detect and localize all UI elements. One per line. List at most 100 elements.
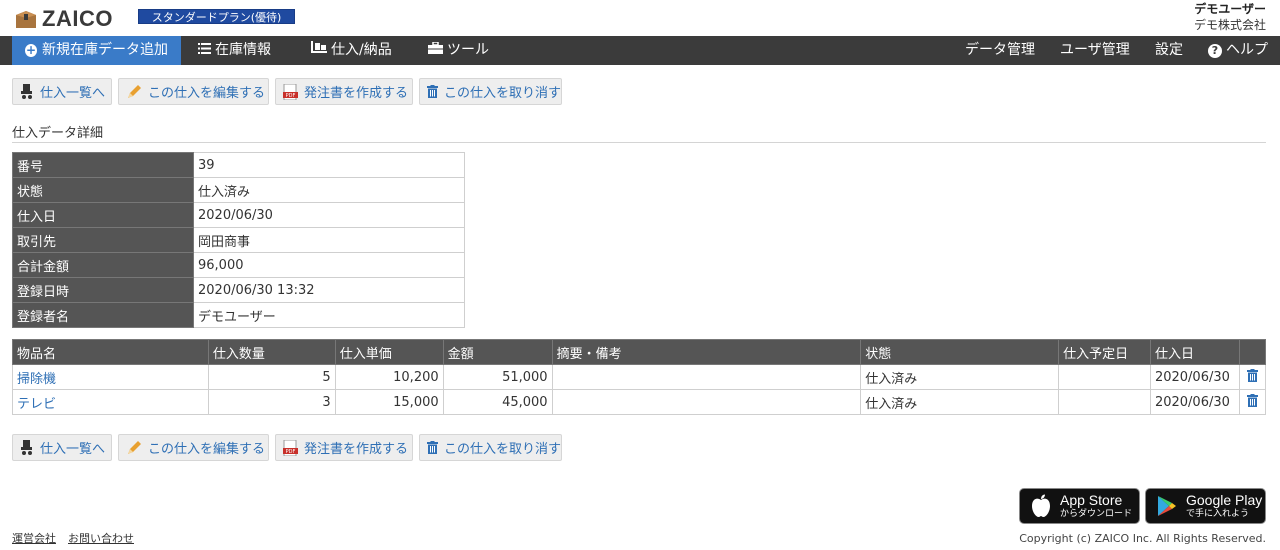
item-unit-price: 15,000 [334,389,444,415]
cancel-purchase-label: この仕入を取り消す [444,86,562,101]
detail-value: 39 [193,152,465,178]
create-order-button[interactable]: PDF 発注書を作成する [275,434,413,461]
list-icon [198,36,211,65]
nav-settings[interactable]: 設定 [1155,36,1183,65]
back-to-list-button[interactable]: 仕入一覧へ [12,434,112,461]
pdf-icon: PDF [283,83,298,100]
trash-icon [427,440,438,456]
column-header: 仕入日 [1149,339,1240,365]
back-to-list-label: 仕入一覧へ [40,442,106,457]
column-header: 金額 [442,339,553,365]
delete-item-button[interactable] [1238,364,1267,390]
column-header: 摘要・備考 [551,339,862,365]
trash-icon [427,84,438,100]
pencil-icon [126,84,142,100]
create-order-label: 発注書を作成する [304,442,409,457]
google-play-badge[interactable]: Google Play で手に入れよう [1145,488,1266,524]
nav-purchase[interactable]: 仕入/納品 [311,36,392,65]
detail-row: 登録日時 2020/06/30 13:32 [12,277,465,303]
create-order-label: 発注書を作成する [304,86,409,101]
logo-text: ZAICO [42,6,113,31]
detail-label: 取引先 [12,227,194,253]
user-name: デモユーザー [1194,2,1266,16]
detail-label: 状態 [12,177,194,203]
app-store-subtitle: からダウンロード [1060,509,1133,519]
column-header-actions [1238,339,1267,365]
table-row: 掃除機 5 10,200 51,000 仕入済み 2020/06/30 [12,364,1267,390]
company-link[interactable]: 運営会社 [12,530,56,546]
trash-icon [1246,393,1258,407]
detail-label: 登録者名 [12,302,194,328]
edit-purchase-button[interactable]: この仕入を編集する [118,78,269,105]
toolbox-icon [428,36,443,65]
item-amount: 45,000 [442,389,553,415]
cancel-purchase-button[interactable]: この仕入を取り消す [419,78,562,105]
divider [12,142,1266,143]
box-logo-icon [14,8,38,30]
pencil-icon [126,440,142,456]
nav-new-item[interactable]: + 新規在庫データ追加 [12,36,181,65]
google-play-icon [1152,495,1182,517]
contact-link[interactable]: お問い合わせ [68,530,134,546]
nav-inventory[interactable]: 在庫情報 [198,36,271,65]
dolly-icon [311,36,327,65]
item-planned-date [1058,364,1151,390]
action-buttons-bottom: 仕入一覧へ この仕入を編集する PDF 発注書を作成する この仕入を取り消す [12,434,562,461]
detail-row: 仕入日 2020/06/30 [12,202,465,228]
nav-tools[interactable]: ツール [428,36,489,65]
detail-row: 番号 39 [12,152,465,178]
nav-purchase-label: 仕入/納品 [331,42,392,58]
create-order-button[interactable]: PDF 発注書を作成する [275,78,413,105]
detail-value: 仕入済み [193,177,465,203]
detail-value: 2020/06/30 [193,202,465,228]
zaico-logo[interactable]: ZAICO [14,6,113,32]
column-header: 状態 [860,339,1060,365]
item-name-link[interactable]: 掃除機 [12,364,209,390]
svg-text:PDF: PDF [286,449,296,455]
apple-icon [1026,494,1056,518]
trash-icon [1246,368,1258,382]
item-note [551,389,862,415]
item-note [551,364,862,390]
cancel-purchase-button[interactable]: この仕入を取り消す [419,434,562,461]
back-to-list-button[interactable]: 仕入一覧へ [12,78,112,105]
item-purchase-date: 2020/06/30 [1149,364,1240,390]
svg-text:PDF: PDF [286,93,296,99]
detail-label: 仕入日 [12,202,194,228]
purchase-items-table: 物品名 仕入数量 仕入単価 金額 摘要・備考 状態 仕入予定日 仕入日 掃除機 … [12,339,1267,415]
detail-label: 登録日時 [12,277,194,303]
nav-data-management[interactable]: データ管理 [965,36,1035,65]
edit-purchase-label: この仕入を編集する [148,442,266,457]
detail-value: 岡田商事 [193,227,465,253]
nav-user-management[interactable]: ユーザ管理 [1060,36,1130,65]
action-buttons-top: 仕入一覧へ この仕入を編集する PDF 発注書を作成する この仕入を取り消す [12,78,562,105]
page-title: 仕入データ詳細 [12,126,104,141]
plus-circle-icon: + [25,43,37,57]
column-header: 物品名 [12,339,209,365]
item-quantity: 5 [207,364,336,390]
nav-help-label: ヘルプ [1226,42,1268,58]
google-play-subtitle: で手に入れよう [1186,509,1250,519]
plan-badge: スタンダードプラン(優待) [138,9,295,24]
item-status: 仕入済み [860,389,1060,415]
edit-purchase-label: この仕入を編集する [148,86,266,101]
copyright-text: Copyright (c) ZAICO Inc. All Rights Rese… [1019,532,1266,545]
table-row: テレビ 3 15,000 45,000 仕入済み 2020/06/30 [12,389,1267,415]
item-purchase-date: 2020/06/30 [1149,389,1240,415]
detail-row: 状態 仕入済み [12,177,465,203]
cancel-purchase-label: この仕入を取り消す [444,442,562,457]
detail-value: 96,000 [193,252,465,278]
delete-item-button[interactable] [1238,389,1267,415]
nav-help[interactable]: ? ヘルプ [1208,36,1268,65]
detail-row: 合計金額 96,000 [12,252,465,278]
detail-value: デモユーザー [193,302,465,328]
column-header: 仕入単価 [334,339,444,365]
nav-inventory-label: 在庫情報 [215,42,271,58]
edit-purchase-button[interactable]: この仕入を編集する [118,434,269,461]
column-header: 仕入予定日 [1058,339,1151,365]
google-play-title: Google Play [1186,492,1263,508]
item-name-link[interactable]: テレビ [12,389,209,415]
app-store-badge[interactable]: App Store からダウンロード [1019,488,1140,524]
app-store-title: App Store [1060,492,1123,508]
question-circle-icon: ? [1208,43,1222,58]
